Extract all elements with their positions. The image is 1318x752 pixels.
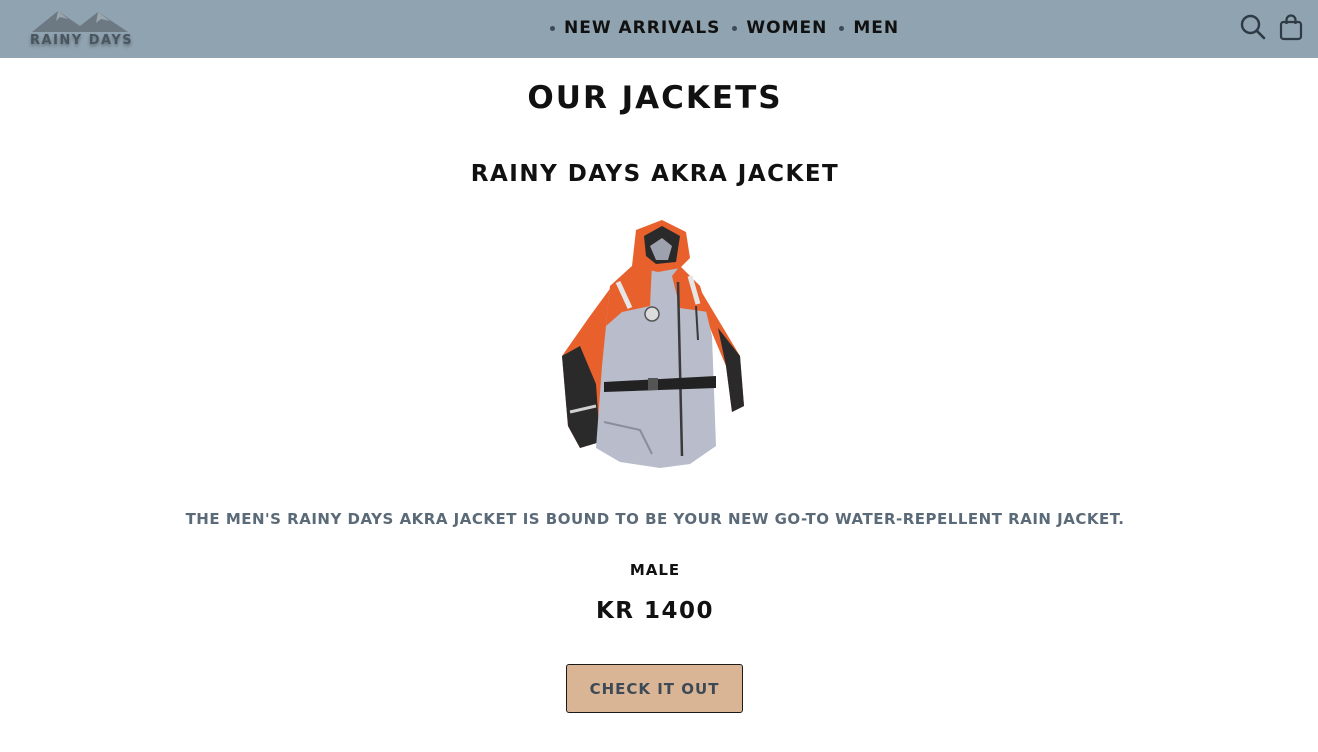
shopping-bag-icon[interactable] xyxy=(1278,13,1306,43)
nav-label: MEN xyxy=(853,18,900,38)
logo-text: RAINY DAYS xyxy=(30,33,134,48)
bullet-icon xyxy=(732,25,738,31)
nav-women[interactable]: WOMEN xyxy=(732,18,827,38)
product-gender: MALE xyxy=(629,561,681,579)
jacket-image[interactable] xyxy=(540,216,770,472)
mountain-logo-icon xyxy=(32,11,128,32)
nav-label: WOMEN xyxy=(746,18,828,38)
nav-men[interactable]: MEN xyxy=(839,18,899,38)
check-it-out-button[interactable]: CHECK IT OUT xyxy=(566,664,743,713)
product-price: KR 1400 xyxy=(595,598,715,624)
logo[interactable]: RAINY DAYS xyxy=(28,8,132,48)
main-nav: NEW ARRIVALS WOMEN MEN xyxy=(550,14,911,42)
search-icon[interactable] xyxy=(1239,13,1267,43)
site-header: RAINY DAYS NEW ARRIVALS WOMEN MEN xyxy=(0,0,1318,58)
nav-new-arrivals[interactable]: NEW ARRIVALS xyxy=(550,18,720,38)
page-title: OUR JACKETS xyxy=(527,80,783,116)
bullet-icon xyxy=(839,25,845,31)
nav-label: NEW ARRIVALS xyxy=(564,18,721,38)
bullet-icon xyxy=(550,25,555,31)
product-title: RAINY DAYS AKRA JACKET xyxy=(470,161,840,187)
product-description: THE MEN'S RAINY DAYS AKRA JACKET IS BOUN… xyxy=(185,510,1125,528)
